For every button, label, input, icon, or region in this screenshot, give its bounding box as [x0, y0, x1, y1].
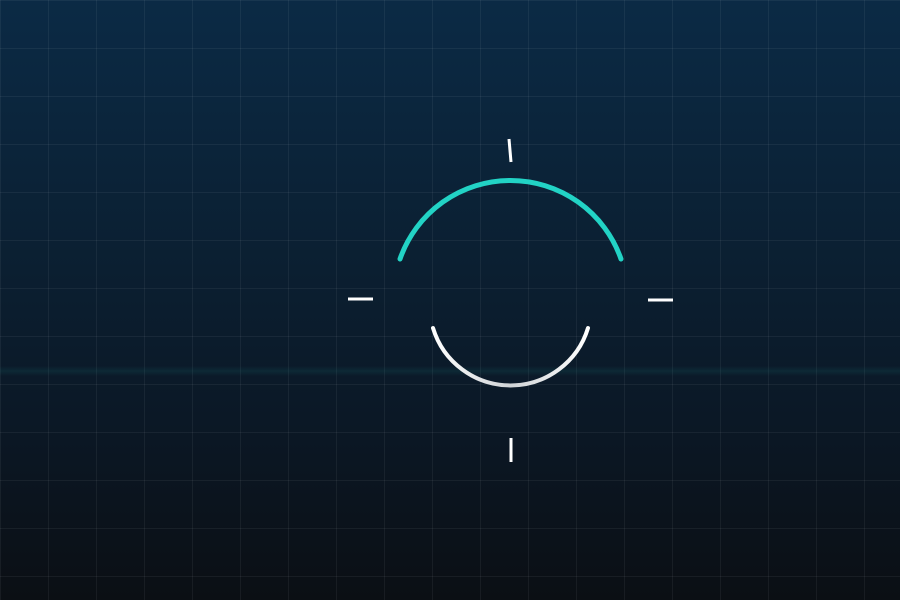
reticle-top-tick-icon [507, 138, 513, 163]
game-viewport[interactable] [0, 0, 900, 600]
reticle-bottom-arc-icon [431, 326, 590, 388]
crosshair-icon [348, 138, 673, 462]
reticle-top-arc-icon [397, 178, 624, 262]
